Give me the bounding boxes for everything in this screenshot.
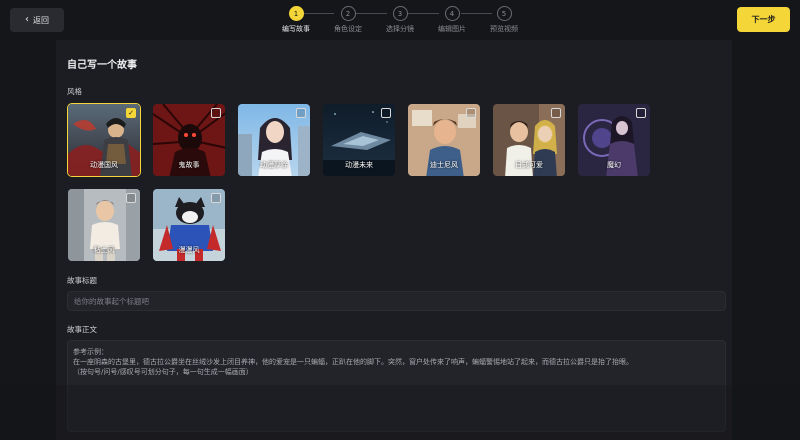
story-title-input[interactable]: [67, 291, 726, 311]
checkbox-icon: [211, 193, 221, 203]
next-step-button[interactable]: 下一步: [737, 7, 790, 32]
step-number: 2: [340, 6, 356, 21]
checkbox-icon: [211, 108, 221, 118]
style-card-label: 日式可爱: [515, 161, 543, 169]
step-number: 1: [288, 6, 304, 21]
checkbox-icon: [296, 108, 306, 118]
step-character-setup[interactable]: 2 角色设定: [318, 6, 378, 34]
style-section-label: 风格: [67, 87, 82, 96]
example-heading: 参考示例：: [73, 348, 108, 356]
style-card-label: 动漫未来: [345, 161, 373, 169]
style-card-japanese-cute[interactable]: 日式可爱: [492, 103, 566, 177]
style-card-anime-thick-paint[interactable]: 动漫厚涂: [237, 103, 311, 177]
style-card-comic[interactable]: 漫漫风: [152, 188, 226, 262]
style-card-label: 动漫厚涂: [260, 161, 288, 169]
step-preview-video[interactable]: 5 预览视频: [474, 6, 534, 34]
example-hint: （按句号/问号/感叹号可划分句子，每一句生成一幅画面）: [73, 368, 253, 376]
story-body-label: 故事正文: [67, 325, 97, 334]
step-choose-storyboard[interactable]: 3 选择分镜: [370, 6, 430, 34]
style-card-fantasy[interactable]: 魔幻: [577, 103, 651, 177]
style-card-label: 迪士尼风: [430, 161, 458, 169]
step-number: 4: [444, 6, 460, 21]
style-card-ink-anime[interactable]: ✓ 动漫国风: [67, 103, 141, 177]
step-write-story[interactable]: 1 编写故事: [266, 6, 326, 34]
step-label: 编辑图片: [438, 25, 466, 33]
example-text: 在一座阴森的古堡里，德古拉公爵坐在丝绒沙发上闭目养神，他的爱宠是一只蝙蝠，正趴在…: [73, 358, 633, 366]
story-title-label: 故事标题: [67, 276, 97, 285]
step-label: 预览视频: [490, 25, 518, 33]
step-edit-images[interactable]: 4 编辑图片: [422, 6, 482, 34]
step-number: 3: [392, 6, 408, 21]
checkbox-icon: [466, 108, 476, 118]
style-card-label: 漫漫风: [178, 246, 200, 254]
style-card-label: 魔幻: [607, 161, 621, 169]
side-strip: [732, 40, 800, 385]
checkbox-checked-icon: ✓: [126, 108, 136, 118]
style-card-label: 粘土风: [93, 246, 115, 254]
story-body-textarea[interactable]: 参考示例： 在一座阴森的古堡里，德古拉公爵坐在丝绒沙发上闭目养神，他的爱宠是一只…: [67, 340, 726, 432]
style-card-label: 动漫国风: [90, 161, 118, 169]
step-label: 选择分镜: [386, 25, 414, 33]
checkbox-icon: [551, 108, 561, 118]
style-card-disney[interactable]: 迪士尼风: [407, 103, 481, 177]
step-indicator: 1 编写故事 2 角色设定 3 选择分镜 4 编辑图片 5 预览视频: [0, 0, 800, 40]
page-title: 自己写一个故事: [67, 60, 137, 71]
step-label: 编写故事: [282, 25, 310, 33]
style-card-anime-future[interactable]: 动漫未来: [322, 103, 396, 177]
checkbox-icon: [381, 108, 391, 118]
step-number: 5: [496, 6, 512, 21]
step-label: 角色设定: [334, 25, 362, 33]
style-card-ghost-story[interactable]: 鬼故事: [152, 103, 226, 177]
style-card-label: 鬼故事: [178, 161, 200, 169]
checkbox-icon: [126, 193, 136, 203]
checkbox-icon: [636, 108, 646, 118]
style-card-clay[interactable]: 粘土风: [67, 188, 141, 262]
